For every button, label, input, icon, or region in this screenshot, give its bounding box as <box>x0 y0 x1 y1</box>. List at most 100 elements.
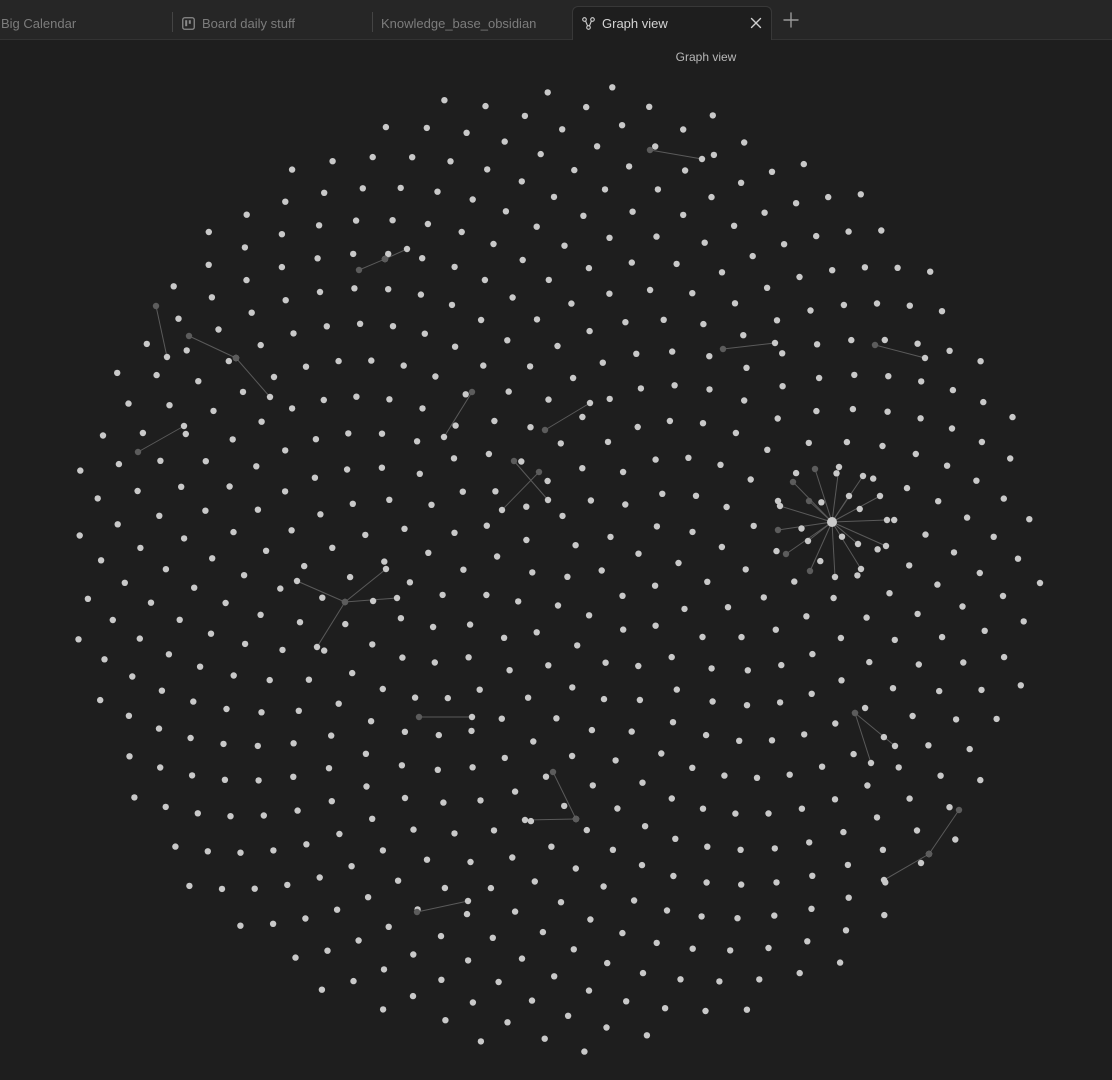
graph-node[interactable] <box>598 567 605 574</box>
graph-node[interactable] <box>798 525 805 532</box>
graph-node[interactable] <box>909 712 916 720</box>
graph-node[interactable] <box>880 876 888 884</box>
graph-node[interactable] <box>661 1005 669 1012</box>
graph-node[interactable] <box>196 663 204 670</box>
graph-node[interactable] <box>815 374 823 382</box>
graph-node[interactable] <box>832 720 839 727</box>
graph-node[interactable] <box>251 885 258 892</box>
graph-node[interactable] <box>718 543 726 551</box>
graph-node[interactable] <box>237 922 244 929</box>
graph-node[interactable] <box>441 884 449 892</box>
graph-node[interactable] <box>807 307 814 314</box>
graph-node[interactable] <box>511 908 519 915</box>
graph-node[interactable] <box>588 726 596 734</box>
graph-node[interactable] <box>635 662 642 670</box>
graph-node[interactable] <box>381 558 388 565</box>
graph-node[interactable] <box>312 436 320 443</box>
graph-node[interactable] <box>704 843 711 850</box>
graph-node[interactable] <box>966 745 973 753</box>
graph-node[interactable] <box>136 635 143 642</box>
graph-node[interactable] <box>803 613 810 620</box>
graph-node[interactable] <box>845 228 852 235</box>
graph-node[interactable] <box>143 340 150 348</box>
graph-node[interactable] <box>410 951 417 958</box>
graph-node[interactable] <box>836 959 844 966</box>
graph-node[interactable] <box>622 319 629 326</box>
graph-node[interactable] <box>773 879 780 886</box>
graph-node[interactable] <box>509 294 516 301</box>
graph-node[interactable] <box>316 874 323 881</box>
graph-node[interactable] <box>529 569 536 576</box>
graph-node[interactable] <box>386 396 393 403</box>
graph-node[interactable] <box>346 573 354 581</box>
graph-node[interactable] <box>468 388 476 396</box>
graph-node[interactable] <box>699 805 707 812</box>
graph-node[interactable] <box>806 839 813 846</box>
graph-node[interactable] <box>861 704 869 712</box>
graph-node[interactable] <box>227 813 234 820</box>
graph-node[interactable] <box>380 966 388 973</box>
graph-node[interactable] <box>829 267 836 274</box>
graph-node[interactable] <box>886 590 893 597</box>
graph-node[interactable] <box>425 549 432 556</box>
graph-node[interactable] <box>314 255 321 262</box>
graph-node[interactable] <box>602 659 609 666</box>
graph-node[interactable] <box>874 546 881 553</box>
graph-node[interactable] <box>561 802 568 810</box>
graph-node[interactable] <box>561 242 568 249</box>
graph-node[interactable] <box>880 733 888 741</box>
graph-node[interactable] <box>568 752 576 760</box>
graph-node[interactable] <box>385 286 392 293</box>
graph-node[interactable] <box>808 905 815 912</box>
graph-node[interactable] <box>523 536 530 544</box>
graph-node[interactable] <box>302 915 309 922</box>
graph-node[interactable] <box>411 694 419 701</box>
graph-node[interactable] <box>710 151 718 159</box>
graph-node[interactable] <box>382 123 390 131</box>
graph-node[interactable] <box>870 475 877 482</box>
graph-node[interactable] <box>492 488 499 495</box>
graph-node[interactable] <box>845 894 852 901</box>
graph-node[interactable] <box>604 959 611 967</box>
graph-node[interactable] <box>609 84 616 91</box>
graph-node[interactable] <box>441 97 448 104</box>
graph-node[interactable] <box>660 316 667 323</box>
graph-node[interactable] <box>355 266 363 274</box>
graph-node[interactable] <box>484 166 491 173</box>
graph-node[interactable] <box>639 779 646 786</box>
graph-node[interactable] <box>737 179 745 186</box>
graph-node[interactable] <box>771 912 778 919</box>
graph-node[interactable] <box>960 659 967 666</box>
graph-node[interactable] <box>351 285 358 292</box>
graph-node[interactable] <box>700 320 707 328</box>
graph-node[interactable] <box>854 540 862 548</box>
graph-node[interactable] <box>257 341 264 349</box>
graph-node[interactable] <box>569 374 577 382</box>
graph-node[interactable] <box>389 217 396 224</box>
graph-node[interactable] <box>706 353 713 360</box>
graph-node[interactable] <box>925 850 933 858</box>
graph-node[interactable] <box>155 725 163 732</box>
graph-node[interactable] <box>574 642 581 649</box>
graph-node[interactable] <box>545 662 552 669</box>
graph-node[interactable] <box>378 430 386 437</box>
graph-node[interactable] <box>335 357 342 365</box>
graph-node[interactable] <box>282 297 289 304</box>
graph-node[interactable] <box>460 566 467 573</box>
graph-node[interactable] <box>737 846 744 853</box>
graph-node[interactable] <box>315 222 323 229</box>
graph-node[interactable] <box>225 357 232 365</box>
graph-node[interactable] <box>157 457 164 464</box>
graph-node[interactable] <box>469 999 477 1006</box>
graph-node[interactable] <box>288 405 296 412</box>
graph-node[interactable] <box>845 492 853 500</box>
graph-node[interactable] <box>324 947 331 954</box>
graph-node[interactable] <box>355 937 362 944</box>
graph-node[interactable] <box>703 879 710 886</box>
graph-node[interactable] <box>204 848 211 855</box>
graph-node[interactable] <box>963 514 971 521</box>
graph-node[interactable] <box>363 783 370 790</box>
graph-node[interactable] <box>542 773 550 780</box>
graph-node[interactable] <box>379 847 387 854</box>
graph-node[interactable] <box>349 500 356 507</box>
